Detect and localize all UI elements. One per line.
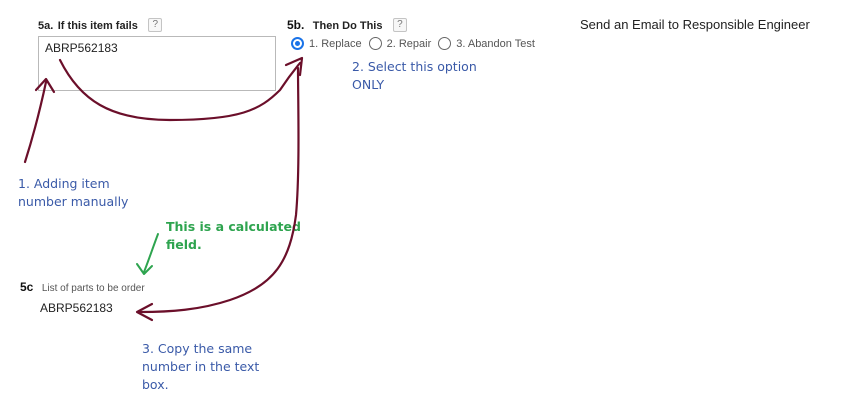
arrow-step1-to-textarea (23, 80, 48, 164)
arrow-option-to-value (138, 66, 300, 314)
arrow-option-head (284, 56, 304, 77)
arrow-textarea-to-option (58, 58, 302, 122)
annotation-arrows (23, 56, 304, 322)
